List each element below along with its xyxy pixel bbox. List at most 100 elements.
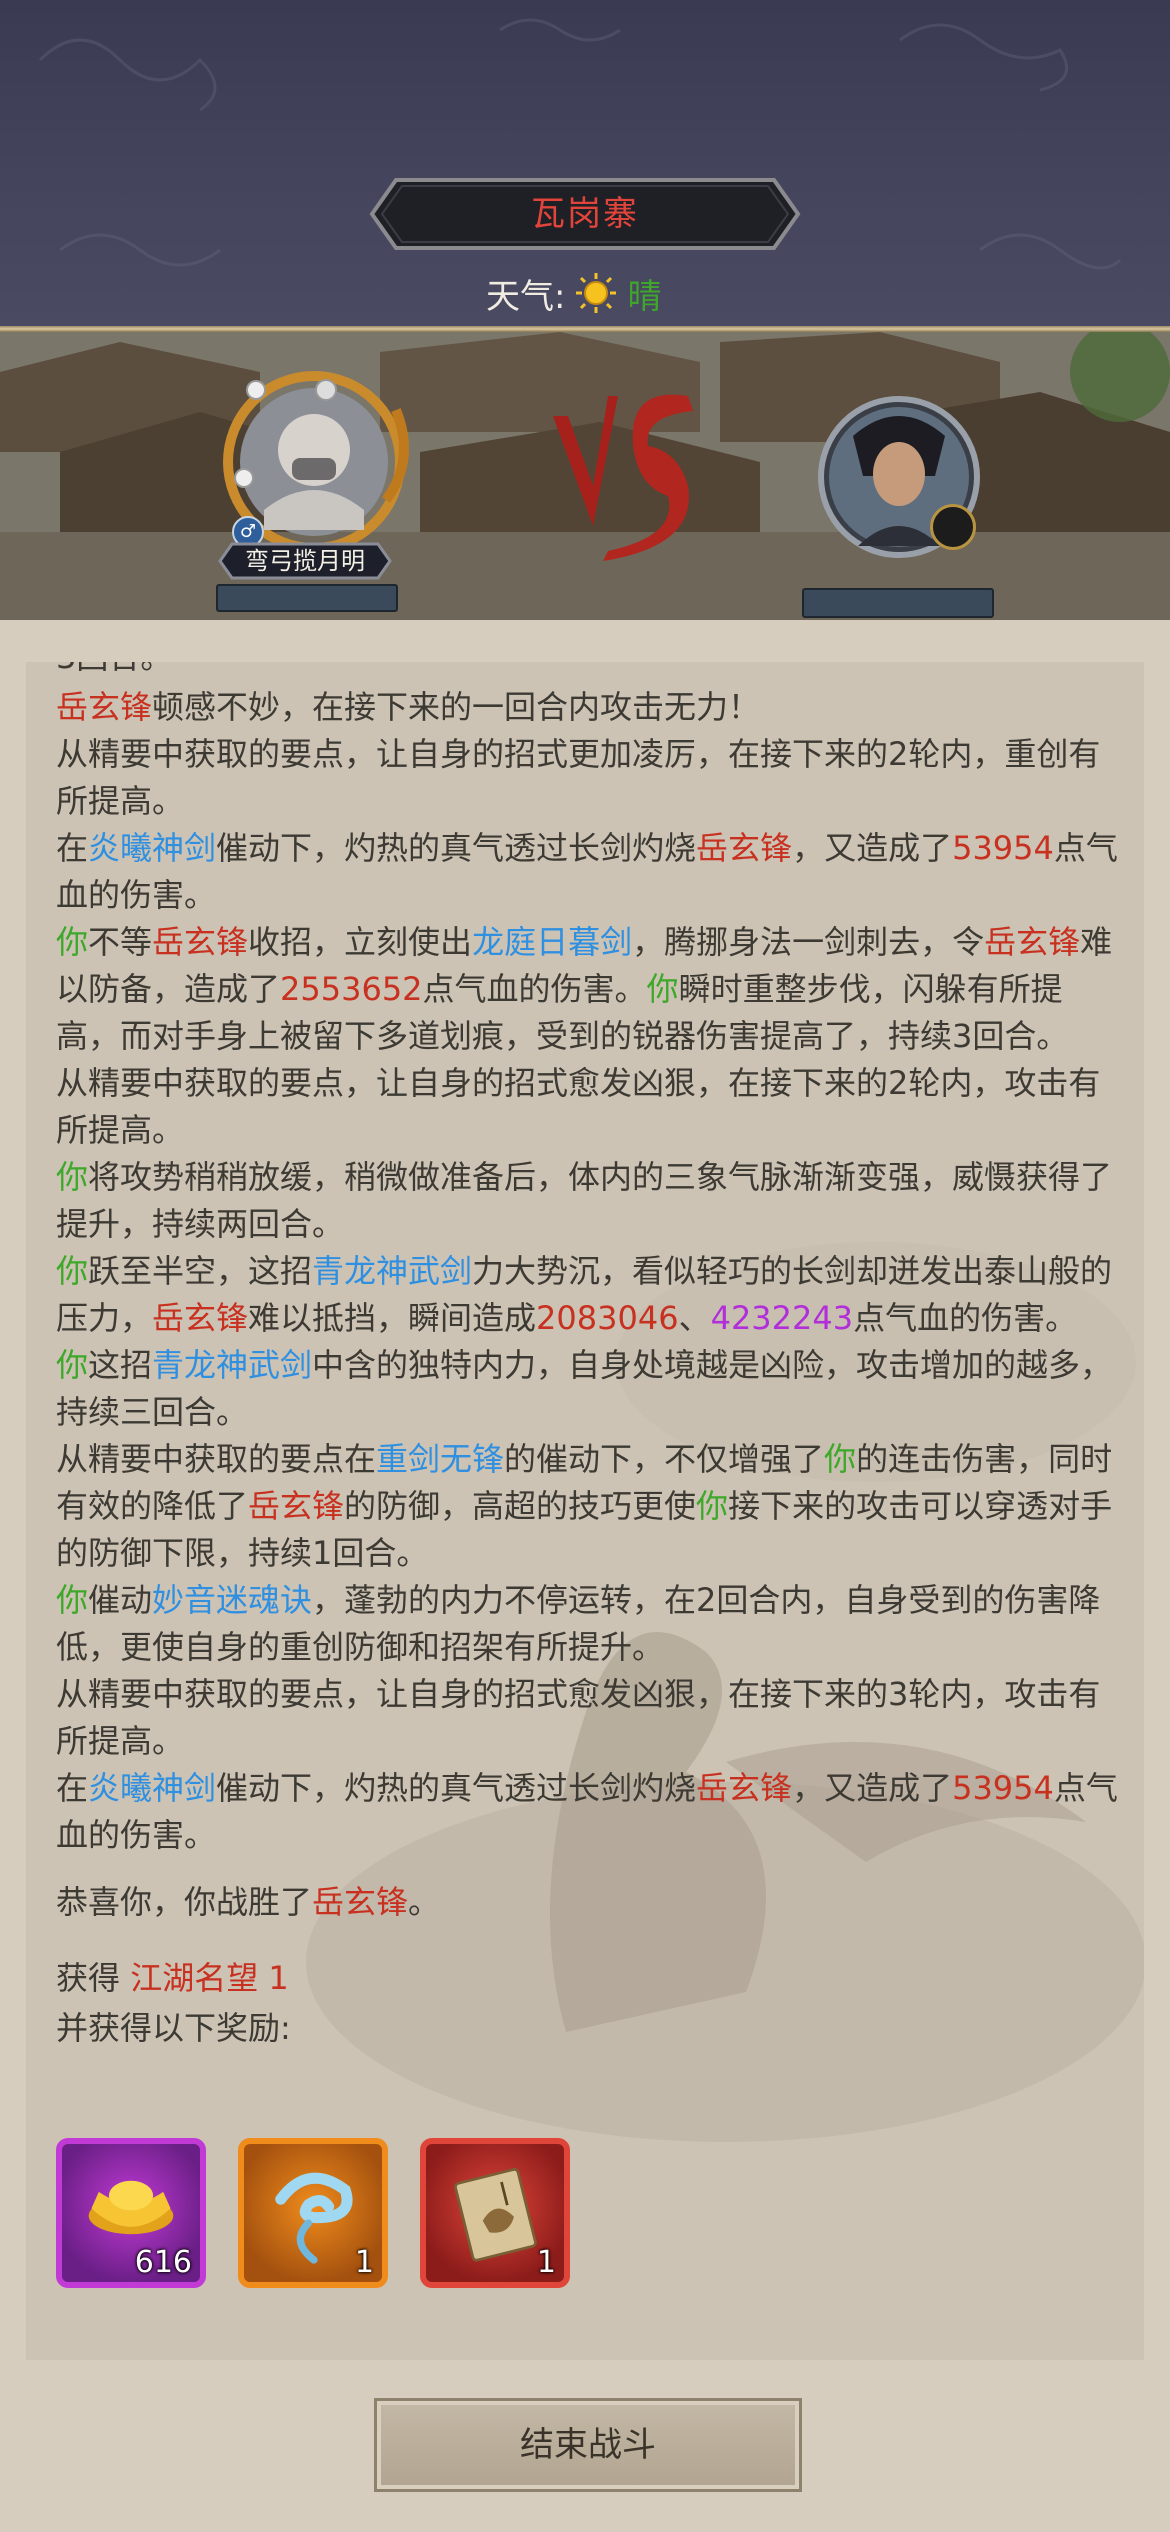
log-segment: 你 [646,970,679,1008]
log-segment: 催动 [88,1581,153,1619]
log-segment: ，又造成了 [792,829,953,867]
log-entry: 你跃至半空，这招青龙神武剑力大势沉，看似轻巧的长剑却迸发出泰山般的压力，岳玄锋难… [56,1248,1126,1342]
log-segment: 岳玄锋 [152,923,249,961]
log-segment: 从精要中获取的要点在 [56,1440,377,1478]
log-entry: 你这招青龙神武剑中含的独特内力，自身处境越是凶险，攻击增加的越多，持续三回合。 [56,1342,1126,1436]
reputation-prefix: 获得 [56,1959,121,1997]
log-segment: 、 [678,1299,711,1337]
log-segment: 收招，立刻使出 [248,923,473,961]
player-hp-bar [216,584,398,612]
log-entry: 从精要中获取的要点，让自身的招式更加凌厉，在接下来的2轮内，重创有所提高。 [56,731,1126,825]
log-segment: 岳玄锋 [56,688,153,726]
log-entry: 在炎曦神剑催动下，灼热的真气透过长剑灼烧岳玄锋，又造成了53954点气血的伤害。 [56,825,1126,919]
reward-items: 616 1 1 [56,2138,570,2288]
log-segment: 恭喜你，你战胜了 [56,1883,313,1921]
log-segment: 跃至半空，这招 [88,1252,313,1290]
log-segment: 岳玄锋 [312,1883,409,1921]
log-segment: 你 [56,1346,89,1384]
log-entry: 你催动妙音迷魂诀，蓬勃的内力不停运转，在2回合内，自身受到的伤害降低，更使自身的… [56,1577,1126,1671]
log-spacer [56,1926,1126,1946]
battle-header: 瓦岗寨 天气: 晴 [0,0,1170,328]
log-segment: 你 [56,1252,89,1290]
log-lines: 岳玄锋顿感不妙，在接下来的一回合内攻击无力！ 从精要中获取的要点，让自身的招式更加… [56,684,1126,1859]
log-segment: 炎曦神剑 [88,1769,217,1807]
log-segment: 妙音迷魂诀 [152,1581,313,1619]
log-segment: 你 [824,1440,857,1478]
log-segment: 青龙神武剑 [312,1252,473,1290]
log-clipped-line: 3回合。 [56,662,1126,684]
log-entry: 你不等岳玄锋收招，立刻使出龙庭日暮剑，腾挪身法一剑刺去，令岳玄锋难以防备，造成了… [56,919,1126,1060]
log-segment: 龙庭日暮剑 [472,923,633,961]
faction-badge-icon [930,504,976,550]
location-title-plate: 瓦岗寨 [352,176,818,252]
battle-log: 3回合。 岳玄锋顿感不妙，在接下来的一回合内攻击无力！从精要中获取的要点，让自身… [56,662,1126,2050]
log-segment: 53954 [952,829,1054,867]
log-segment: 你 [696,1487,729,1525]
log-segment: 不等 [88,923,153,961]
log-entry: 在炎曦神剑催动下，灼热的真气透过长剑灼烧岳玄锋，又造成了53954点气血的伤害。 [56,1765,1126,1859]
log-segment: ，又造成了 [792,1769,953,1807]
log-segment: 你 [56,923,89,961]
log-segment: 催动下，灼热的真气透过长剑灼烧 [216,829,697,867]
log-segment: 岳玄锋 [696,829,793,867]
log-entry: 岳玄锋顿感不妙，在接下来的一回合内攻击无力！ [56,684,1126,731]
log-segment: 的催动下，不仅增强了 [504,1440,825,1478]
log-segment: 4232243 [710,1299,854,1337]
log-segment: 顿感不妙，在接下来的一回合内攻击无力！ [152,688,761,726]
log-segment: 岳玄锋 [152,1299,249,1337]
log-segment: 点气血的伤害。 [422,970,647,1008]
log-segment: 2083046 [536,1299,679,1337]
log-entry: 从精要中获取的要点，让自身的招式愈发凶狠，在接下来的2轮内，攻击有所提高。 [56,1060,1126,1154]
reward-item[interactable]: 1 [238,2138,388,2288]
player-name-plate: 弯弓揽月明 [210,542,400,580]
log-segment: 炎曦神剑 [88,829,217,867]
log-clipped-text: 3回合。 [56,662,1126,681]
log-segment: 岳玄锋 [248,1487,345,1525]
victory-line: 恭喜你，你战胜了岳玄锋。 [56,1879,1126,1926]
enemy-portrait[interactable] [818,396,980,558]
log-segment: 从精要中获取的要点，让自身的招式愈发凶狠，在接下来的3轮内，攻击有所提高。 [56,1675,1101,1760]
log-segment: 53954 [952,1769,1054,1807]
reputation-line: 获得 江湖名望 1 [56,1950,1126,2006]
reward-item[interactable]: 616 [56,2138,206,2288]
log-segment: 你 [56,1158,89,1196]
weather-label: 天气: [486,276,566,317]
log-segment: 岳玄锋 [984,923,1081,961]
log-segment: 这招 [88,1346,153,1384]
reward-count: 616 [134,2245,192,2280]
log-segment: 岳玄锋 [696,1769,793,1807]
rewards-label: 并获得以下奖励: [56,2009,291,2047]
weather-indicator: 天气: 晴 [486,268,661,318]
reward-count: 1 [536,2245,556,2280]
log-segment: 将攻势稍稍放缓，稍微做准备后，体内的三象气脉渐渐变强，威慑获得了提升，持续两回合… [56,1158,1113,1243]
reputation-reward: 江湖名望 1 [130,1959,289,1997]
battle-scene: ♂ 弯弓揽月明 [0,332,1170,620]
battle-log-panel[interactable]: 3回合。 岳玄锋顿感不妙，在接下来的一回合内攻击无力！从精要中获取的要点，让自身… [26,662,1144,2360]
player-name: 弯弓揽月明 [245,547,365,575]
log-segment: 你 [56,1581,89,1619]
log-segment: 难以抵挡，瞬间造成 [248,1299,537,1337]
log-segment: 青龙神武剑 [152,1346,313,1384]
log-segment: 催动下，灼热的真气透过长剑灼烧 [216,1769,697,1807]
log-segment: 的防御，高超的技巧更使 [344,1487,697,1525]
log-segment: ，腾挪身法一剑刺去，令 [632,923,985,961]
reward-count: 1 [354,2245,374,2280]
log-segment: 点气血的伤害。 [853,1299,1078,1337]
vs-emblem [553,394,693,561]
log-entry: 你将攻势稍稍放缓，稍微做准备后，体内的三象气脉渐渐变强，威慑获得了提升，持续两回… [56,1154,1126,1248]
reward-item[interactable]: 1 [420,2138,570,2288]
log-spacer [56,1859,1126,1879]
end-battle-button[interactable]: 结束战斗 [374,2398,802,2492]
log-segment: 从精要中获取的要点，让自身的招式更加凌厉，在接下来的2轮内，重创有所提高。 [56,735,1101,820]
sun-icon [576,273,617,313]
log-entry: 从精要中获取的要点在重剑无锋的催动下，不仅增强了你的连击伤害，同时有效的降低了岳… [56,1436,1126,1577]
log-entry: 从精要中获取的要点，让自身的招式愈发凶狠，在接下来的3轮内，攻击有所提高。 [56,1671,1126,1765]
weather-value: 晴 [627,276,662,317]
log-segment: 2553652 [280,970,423,1008]
log-segment: 从精要中获取的要点，让自身的招式愈发凶狠，在接下来的2轮内，攻击有所提高。 [56,1064,1101,1149]
log-segment: 。 [408,1883,441,1921]
log-segment: 重剑无锋 [376,1440,505,1478]
location-title: 瓦岗寨 [531,194,639,234]
log-segment: 在 [56,829,89,867]
enemy-hp-bar [802,588,994,618]
